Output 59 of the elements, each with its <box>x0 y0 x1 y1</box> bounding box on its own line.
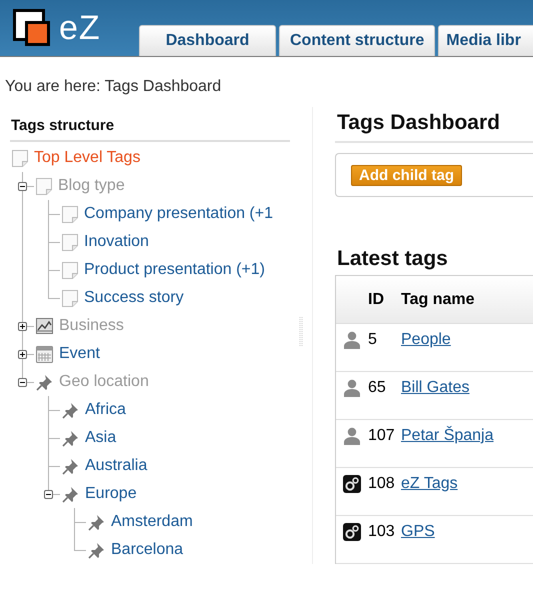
tree-item[interactable]: Product presentation (+1) <box>84 261 265 279</box>
tree-item[interactable]: Inovation <box>84 233 149 251</box>
page-title: Tags Dashboard <box>335 107 533 143</box>
nav-tab[interactable]: Dashboard <box>139 25 276 56</box>
collapse-toggle[interactable] <box>18 182 27 190</box>
tag-link[interactable]: Bill Gates <box>401 379 470 397</box>
tree-item[interactable]: Company presentation (+1 <box>84 205 273 223</box>
tree-item[interactable]: Barcelona <box>111 541 184 559</box>
column-header: ID <box>368 290 385 308</box>
id-cell-text: 65 <box>368 379 387 397</box>
tree-item[interactable]: Top Level Tags <box>34 149 140 167</box>
calendar-icon <box>36 346 53 362</box>
id-cell-text: 108 <box>368 475 396 493</box>
collapse-toggle[interactable] <box>18 378 27 386</box>
gears-icon <box>343 475 361 493</box>
section-title: Latest tags <box>336 247 449 272</box>
tree-item[interactable]: Asia <box>85 429 116 447</box>
splitter-handle[interactable] <box>299 317 303 347</box>
pin-icon <box>36 374 53 390</box>
expand-toggle[interactable] <box>18 322 27 330</box>
expand-toggle[interactable] <box>18 350 27 358</box>
tag-link[interactable]: eZ Tags <box>401 475 458 493</box>
person-icon <box>343 379 361 397</box>
id-cell-text: 107 <box>368 427 396 445</box>
page-icon <box>62 234 78 250</box>
chart-icon <box>36 318 53 334</box>
tree-item[interactable]: Australia <box>85 457 148 475</box>
nav-tab[interactable]: Content structure <box>279 25 436 56</box>
person-icon <box>343 331 361 349</box>
nav-tab[interactable]: Media libr <box>438 25 533 56</box>
pin-icon <box>88 542 105 558</box>
tree-item[interactable]: Success story <box>84 289 184 307</box>
pin-icon <box>62 458 79 474</box>
tree-item[interactable]: Europe <box>85 485 137 503</box>
tree-item[interactable]: Event <box>59 345 100 363</box>
tag-link[interactable]: People <box>401 331 451 349</box>
logo-icon <box>13 8 51 46</box>
tag-link[interactable]: Petar Španja <box>401 427 494 445</box>
panel-title: Tags structure <box>10 107 290 142</box>
person-icon <box>343 427 361 445</box>
breadcrumb: You are here: Tags Dashboard <box>4 77 222 94</box>
pin-icon <box>88 514 105 530</box>
page-icon <box>62 290 78 306</box>
id-cell-text: 103 <box>368 523 396 541</box>
page-icon <box>36 178 52 194</box>
collapse-toggle[interactable] <box>44 490 53 498</box>
tree-item[interactable]: Amsterdam <box>111 513 193 531</box>
column-header: Tag name <box>401 290 474 308</box>
pin-icon <box>62 486 79 502</box>
gears-icon <box>343 523 361 541</box>
page-icon <box>12 150 28 166</box>
page-icon <box>62 262 78 278</box>
logo-text: eZ <box>59 10 101 44</box>
id-cell-text: 5 <box>368 331 378 349</box>
tree-item[interactable]: Africa <box>85 401 126 419</box>
pin-icon <box>62 402 79 418</box>
page-icon <box>62 206 78 222</box>
tag-link[interactable]: GPS <box>401 523 435 541</box>
pin-icon <box>62 430 79 446</box>
